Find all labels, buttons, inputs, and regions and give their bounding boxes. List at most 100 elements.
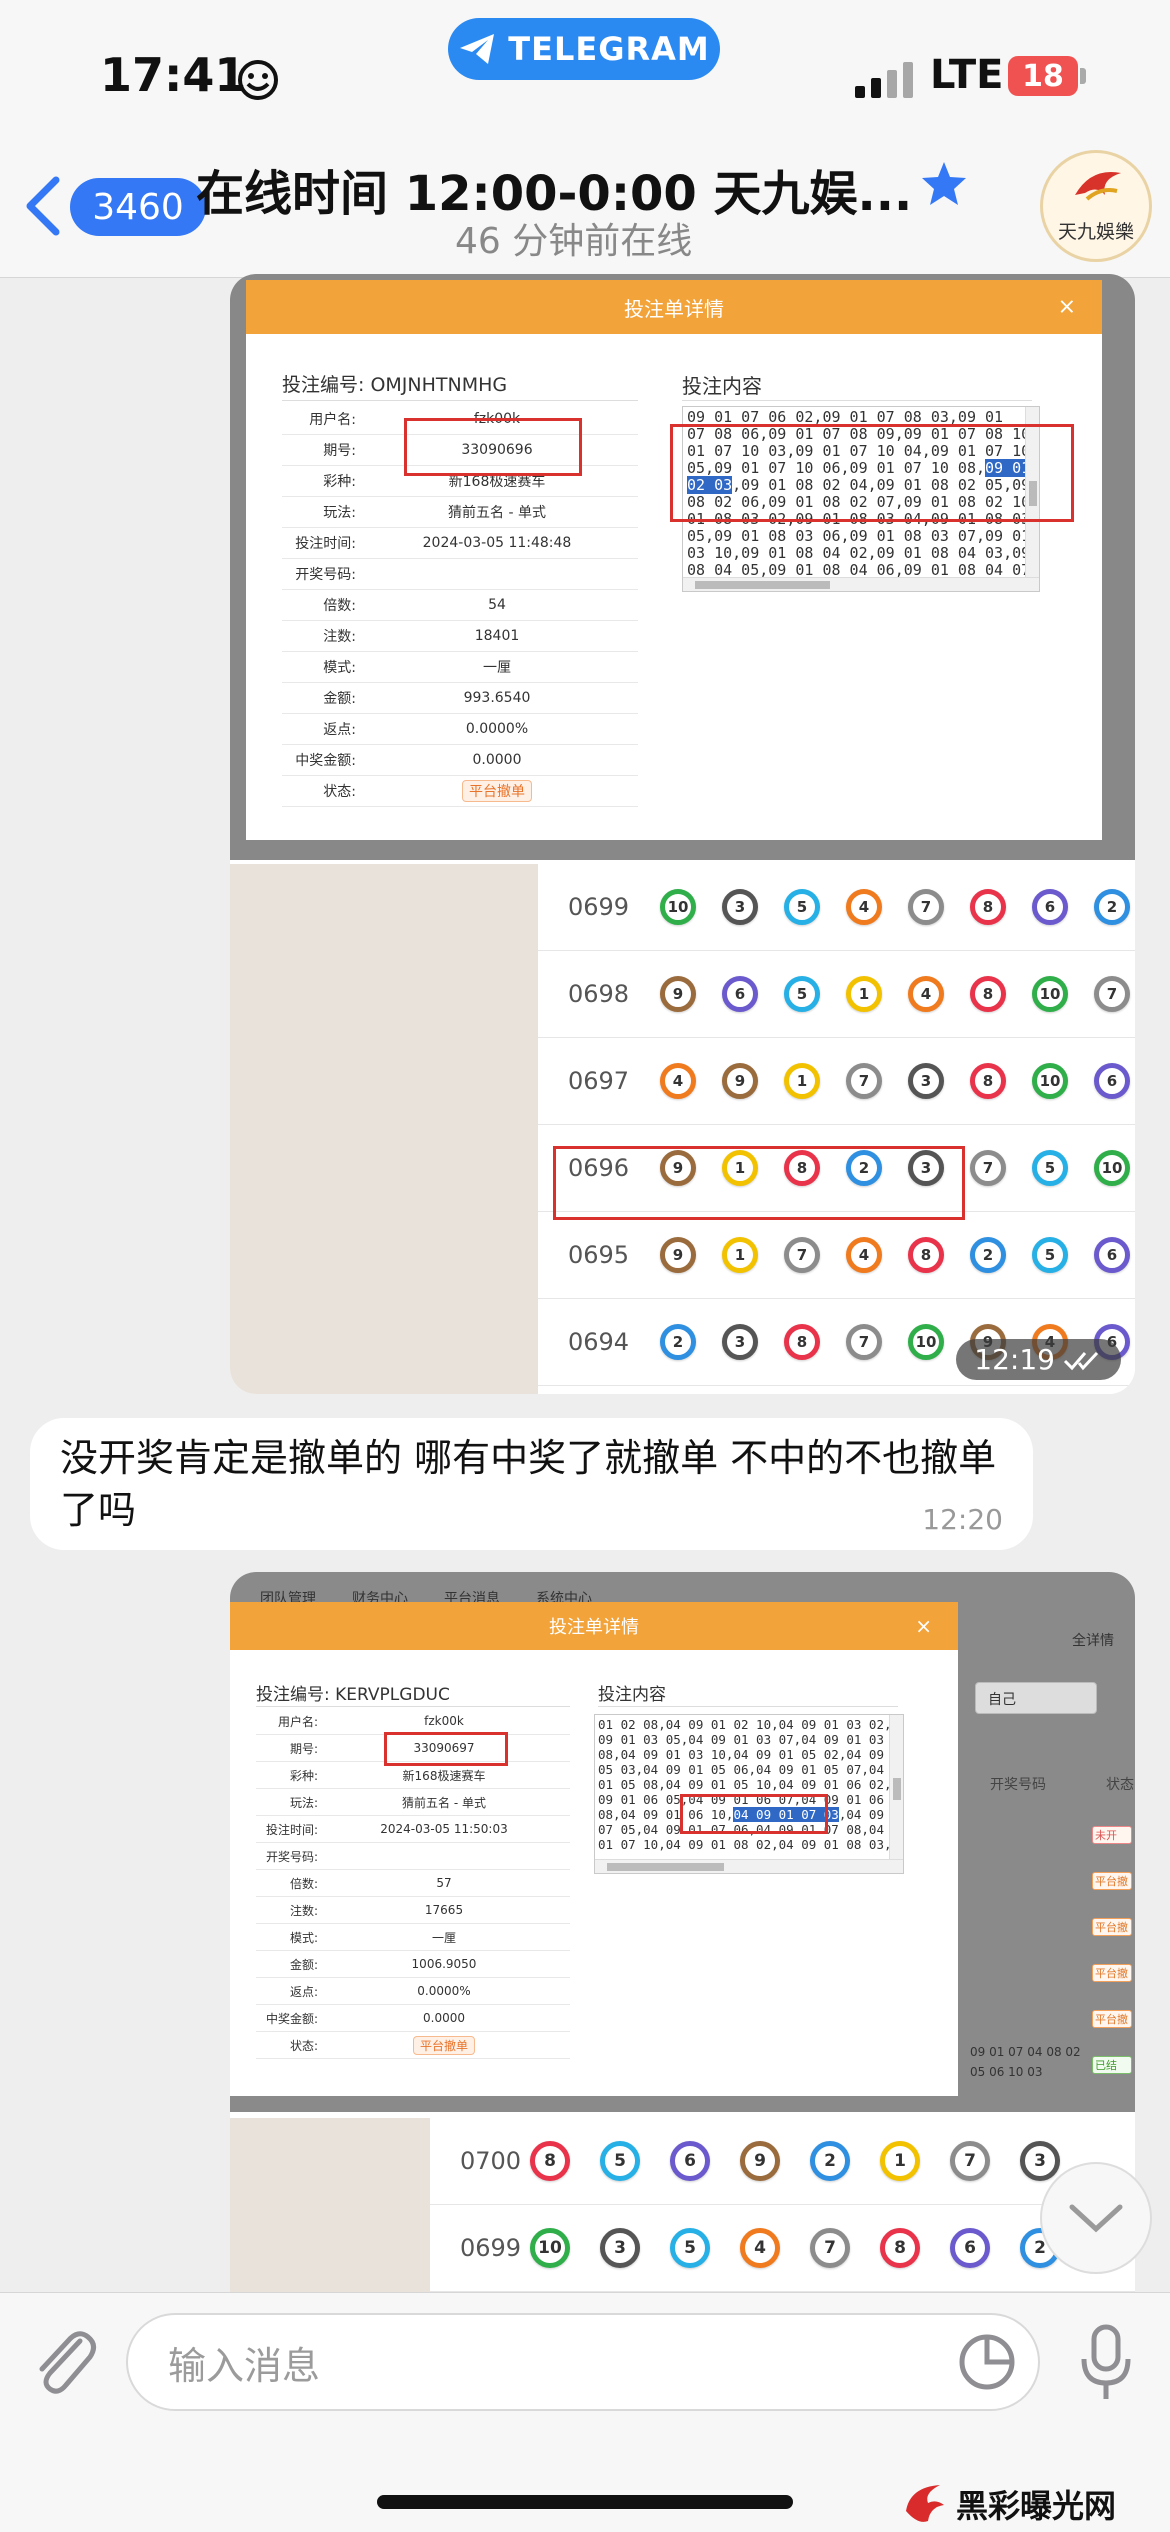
status-time: 17:41: [100, 48, 247, 102]
bg-right-label: 全详情: [1072, 1633, 1114, 1649]
order-number: 投注编号: OMJNHTNMHG: [282, 370, 507, 397]
modal-title-2: 投注单详情: [549, 1617, 639, 1638]
result-ball: 7: [810, 2228, 850, 2268]
field-value: 一厘: [483, 660, 511, 676]
bet-detail-modal: 投注单详情 × 投注编号: OMJNHTNMHG 用户名: fzk00k 期号: 33…: [246, 280, 1102, 840]
field-key: 彩种:: [323, 474, 356, 490]
horizontal-scrollbar[interactable]: [595, 1859, 903, 1873]
unread-count-badge[interactable]: 3460: [70, 178, 206, 236]
field-value: 0.0000: [423, 2011, 465, 2025]
field-value: 0.0000%: [417, 1984, 471, 1998]
period-number: 0699: [568, 893, 630, 921]
watermark-text: 黑彩曝光网: [956, 2487, 1117, 2525]
result-ball: 3: [722, 1324, 758, 1360]
period-number: 0697: [568, 1067, 630, 1095]
field-key: 倍数:: [289, 1876, 318, 1891]
result-ball: 10: [1032, 976, 1068, 1012]
signal-icon: [855, 62, 913, 98]
microphone-icon[interactable]: [1080, 2323, 1132, 2403]
modal-close-icon-2[interactable]: ×: [915, 1614, 932, 1638]
network-type: LTE: [930, 52, 1004, 98]
result-ball: 10: [1094, 1150, 1130, 1186]
order-label: 投注编号:: [282, 374, 365, 396]
content-line: 01 02 08,04 09 01 02 10,04 09 01 03 02,0…: [598, 1717, 904, 1732]
scroll-thumb[interactable]: [893, 1778, 901, 1801]
field-value: 2024-03-05 11:48:48: [422, 535, 572, 551]
field-value: 1006.9050: [411, 1957, 477, 1971]
photo-message-1[interactable]: 投注单详情 × 投注编号: OMJNHTNMHG 用户名: fzk00k 期号: 33…: [230, 274, 1135, 1394]
field-key: 玩法:: [289, 1795, 318, 1810]
result-balls: 85692173: [530, 2141, 1060, 2181]
field-key: 彩种:: [289, 1768, 318, 1783]
field-key: 金额:: [323, 691, 356, 707]
bet-field-row: 用户名: fzk00k: [256, 1708, 570, 1735]
field-key: 用户名:: [309, 412, 356, 428]
result-ball: 3: [908, 1063, 944, 1099]
bg-col-header: 开奖号码: [990, 1777, 1046, 1793]
field-value: 猜前五名 - 单式: [402, 1795, 486, 1810]
home-indicator: [377, 2495, 793, 2509]
field-key: 开奖号码:: [295, 567, 356, 583]
result-ball: 8: [970, 1063, 1006, 1099]
result-ball: 6: [670, 2141, 710, 2181]
h-scroll-thumb[interactable]: [607, 1863, 725, 1871]
result-ball: 7: [950, 2141, 990, 2181]
avatar-logo-text: 天九娛樂: [1057, 220, 1134, 243]
field-key: 模式:: [323, 660, 356, 676]
field-value: 一厘: [431, 1930, 456, 1945]
result-ball: 8: [908, 1237, 944, 1273]
battery-tip: [1080, 68, 1086, 84]
bet-field-row: 中奖金额: 0.0000: [282, 745, 638, 776]
bg-num-line-1: 09 01 07 04 08 02: [970, 2045, 1081, 2059]
highlight-box-content-2: [680, 1794, 828, 1834]
result-ball: 9: [660, 976, 696, 1012]
result-balls: 10 3 5 4 7 8 6 2: [530, 2228, 1060, 2268]
highlight-box-0696: [553, 1146, 965, 1220]
chat-avatar[interactable]: 天九娛樂: [1040, 150, 1152, 262]
result-ball: 5: [1032, 1150, 1068, 1186]
field-key: 期号:: [323, 443, 356, 459]
order-label-2: 投注编号:: [256, 1685, 330, 1705]
h-scroll-thumb[interactable]: [695, 581, 831, 589]
message-placeholder: 输入消息: [168, 2343, 321, 2388]
field-key: 投注时间:: [295, 536, 356, 552]
draw-results-table: 0699 10 3 5 4 7 8 6 2 0698 9 6 5 1 4 8 10 7 0697 4 9 1 7 3 8 10 6 0…: [538, 864, 1135, 1394]
result-ball: 3: [1020, 2141, 1060, 2181]
message-input[interactable]: 输入消息: [126, 2313, 1040, 2411]
field-key: 注数:: [323, 629, 356, 645]
text-message[interactable]: 没开奖肯定是撤单的 哪有中奖了就撤单 不中的不也撤单了吗 12:20: [30, 1418, 1033, 1550]
redacted-area: [230, 864, 538, 1394]
field-key: 金额:: [289, 1957, 318, 1972]
result-ball: 4: [908, 976, 944, 1012]
period-number: 0699: [460, 2234, 522, 2262]
attach-icon[interactable]: [28, 2323, 100, 2403]
back-chevron-icon[interactable]: [22, 174, 62, 238]
sticker-icon[interactable]: [958, 2333, 1016, 2391]
horizontal-scrollbar[interactable]: [683, 577, 1039, 591]
result-ball: 3: [722, 889, 758, 925]
modal-close-icon[interactable]: ×: [1058, 295, 1076, 320]
field-value: 54: [488, 597, 506, 613]
field-key: 状态:: [323, 784, 356, 800]
vertical-scrollbar[interactable]: [889, 1715, 903, 1873]
result-ball: 9: [722, 1063, 758, 1099]
avatar-logo-icon: [1075, 171, 1121, 201]
highlight-box-period: [404, 418, 582, 476]
result-ball: 2: [810, 2141, 850, 2181]
scroll-down-button[interactable]: [1040, 2162, 1152, 2274]
period-number: 0694: [568, 1328, 630, 1356]
result-ball: 6: [1094, 1237, 1130, 1273]
composer-bar: 输入消息 黑彩曝光网: [0, 2292, 1170, 2532]
result-ball: 1: [846, 976, 882, 1012]
order-number-2: 投注编号: KERVPLGDUC: [256, 1680, 450, 1705]
focus-smiley-icon: [238, 60, 278, 100]
telegram-pill-label: TELEGRAM: [508, 30, 710, 68]
telegram-pill[interactable]: TELEGRAM: [448, 18, 720, 80]
result-balls: 9 6 5 1 4 8 10 7: [660, 976, 1130, 1012]
photo-message-2[interactable]: 团队管理 财务中心 平台消息 系统中心 全详情 自己 开奖号码 状态 09 01…: [230, 1572, 1135, 2292]
result-ball: 8: [970, 976, 1006, 1012]
result-ball: 1: [784, 1063, 820, 1099]
bg-status-chip: 未开: [1092, 1826, 1132, 1844]
field-key: 返点:: [289, 1984, 318, 1999]
result-ball: 10: [1032, 1063, 1068, 1099]
